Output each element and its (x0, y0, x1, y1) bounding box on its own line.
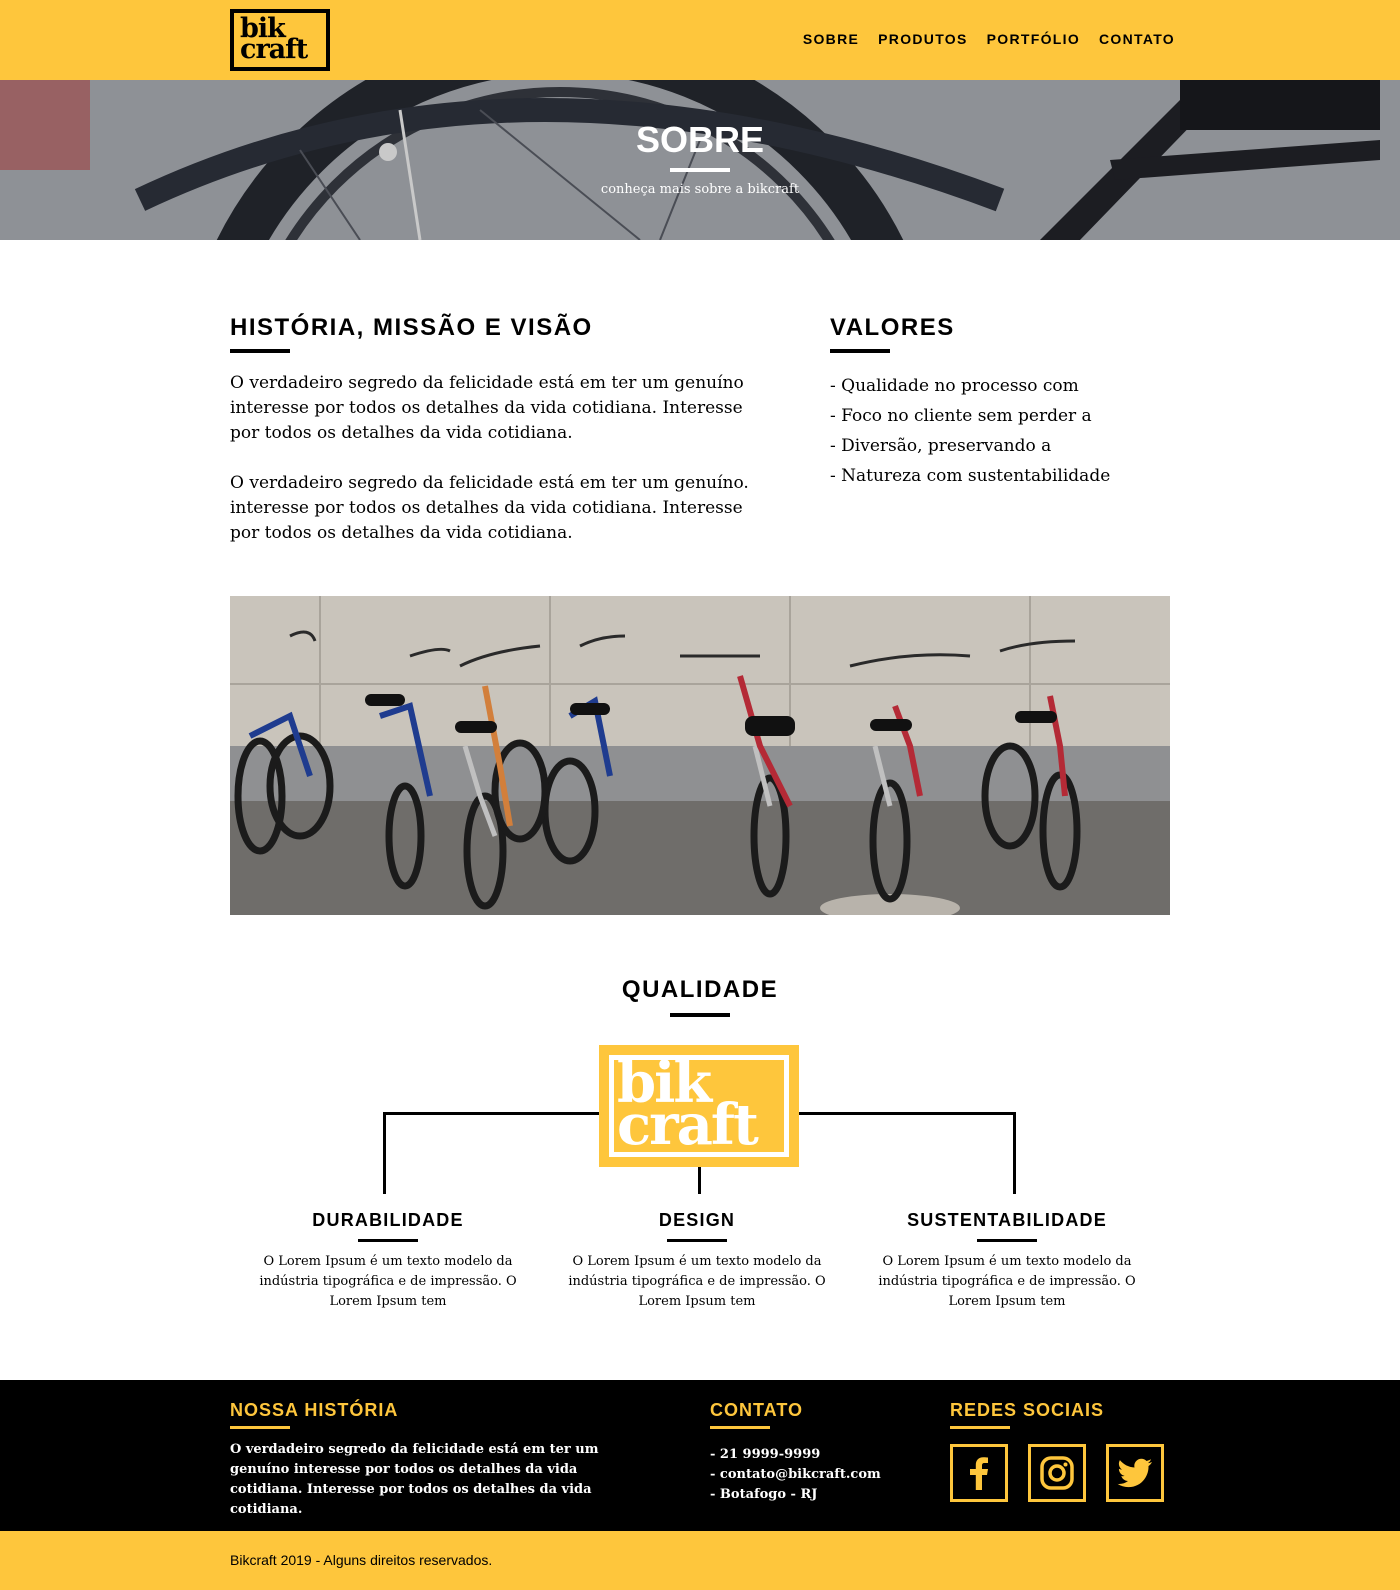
list-item: - Natureza com sustentabilidade (830, 466, 1111, 486)
bicycle-wheel-photo (0, 80, 1400, 240)
values-heading: VALORES (830, 314, 955, 341)
footer-social-title: REDES SOCIAIS (950, 1400, 1105, 1420)
nav-link-produtos[interactable]: PRODUTOS (878, 31, 968, 47)
connector-line (698, 1167, 701, 1194)
connector-line (799, 1112, 1016, 1115)
footer-underline (950, 1426, 1010, 1429)
list-item: - Foco no cliente sem perder a (830, 406, 1092, 426)
contact-list: - 21 9999-9999 - contato@bikcraft.com - … (710, 1445, 881, 1505)
history-heading: HISTÓRIA, MISSÃO E VISÃO (230, 314, 593, 341)
site-header: bik craft SOBRE PRODUTOS PORTFÓLIO CONTA… (0, 0, 1400, 80)
instagram-icon (1040, 1456, 1074, 1490)
page-subtitle: conheça mais sobre a bikcraft (600, 182, 800, 197)
values-list: - Qualidade no processo com - Foco no cl… (830, 371, 1110, 491)
contact-address: - Botafogo - RJ (710, 1487, 818, 1502)
footer-contact-title: CONTATO (710, 1400, 803, 1420)
list-item: - Qualidade no processo com (830, 376, 1079, 396)
footer-underline (230, 1426, 290, 1429)
item-underline (358, 1239, 418, 1242)
quality-item-text: O Lorem Ipsum é um texto modelo da indús… (878, 1254, 1136, 1309)
nav-link-sobre[interactable]: SOBRE (803, 31, 859, 47)
footer-underline (710, 1426, 770, 1429)
bikcraft-logo[interactable]: bik craft (230, 9, 330, 71)
heading-underline (230, 349, 290, 353)
page-title: SOBRE (635, 119, 765, 160)
quality-item-text: O Lorem Ipsum é um texto modelo da indús… (568, 1254, 826, 1309)
list-item: - Diversão, preservando a (830, 436, 1052, 456)
twitter-link[interactable] (1106, 1444, 1164, 1502)
twitter-icon (1117, 1458, 1152, 1488)
copyright-text: Bikcraft 2019 - Alguns direitos reservad… (230, 1552, 493, 1568)
item-underline (667, 1239, 727, 1242)
instagram-link[interactable] (1028, 1444, 1086, 1502)
hero-banner: SOBRE conheça mais sobre a bikcraft (0, 80, 1400, 240)
quality-item-durabilidade: DURABILIDADE O Lorem Ipsum é um texto mo… (258, 1210, 518, 1312)
heading-underline (830, 349, 890, 353)
footer-history-text: O verdadeiro segredo da felicidade está … (230, 1442, 599, 1517)
history-paragraph: O verdadeiro segredo da felicidade está … (230, 473, 749, 543)
connector-line (1013, 1112, 1016, 1194)
bikcraft-logo-large: bik craft (599, 1045, 799, 1167)
footer-history-title: NOSSA HISTÓRIA (230, 1400, 399, 1420)
nav-link-portfolio[interactable]: PORTFÓLIO (987, 31, 1080, 47)
bicycles-image (230, 596, 1170, 915)
connector-line (383, 1112, 599, 1115)
copyright-bar (0, 1531, 1400, 1590)
quality-item-title: DESIGN (658, 1210, 736, 1230)
contact-phone[interactable]: - 21 9999-9999 (710, 1445, 881, 1465)
bicycles-photo (230, 596, 1170, 915)
quality-item-sustentabilidade: SUSTENTABILIDADE O Lorem Ipsum é um text… (877, 1210, 1137, 1312)
quality-item-title: DURABILIDADE (312, 1210, 464, 1230)
site-footer (0, 1380, 1400, 1531)
quality-item-text: O Lorem Ipsum é um texto modelo da indús… (259, 1254, 517, 1309)
heading-underline (670, 1013, 730, 1017)
facebook-icon (970, 1457, 988, 1490)
main-nav: SOBRE PRODUTOS PORTFÓLIO CONTATO (803, 31, 1175, 47)
contact-email[interactable]: - contato@bikcraft.com (710, 1465, 881, 1485)
title-underline (670, 168, 730, 172)
history-paragraph: O verdadeiro segredo da felicidade está … (230, 373, 744, 443)
quality-item-design: DESIGN O Lorem Ipsum é um texto modelo d… (567, 1210, 827, 1312)
connector-line (383, 1112, 386, 1194)
quality-item-title: SUSTENTABILIDADE (907, 1210, 1107, 1230)
quality-heading: QUALIDADE (621, 976, 779, 1003)
nav-link-contato[interactable]: CONTATO (1099, 31, 1175, 47)
item-underline (977, 1239, 1037, 1242)
facebook-link[interactable] (950, 1444, 1008, 1502)
